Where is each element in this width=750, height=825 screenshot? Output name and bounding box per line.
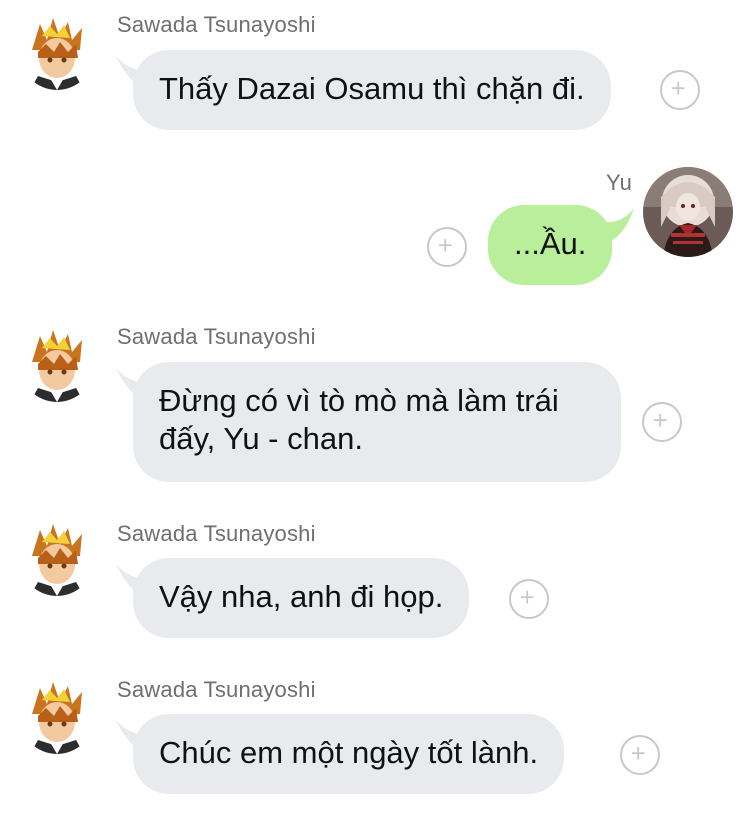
tsuna-avatar-icon xyxy=(20,522,94,596)
plus-circle-icon xyxy=(631,746,645,760)
message-text: Thấy Dazai Osamu thì chặn đi. xyxy=(159,71,585,106)
sender-avatar[interactable] xyxy=(20,328,94,402)
message-text-line-2: đấy, Yu - chan. xyxy=(159,421,363,456)
yu-avatar-icon xyxy=(643,167,733,257)
message-bubble-incoming[interactable]: Đừng có vì tò mò mà làm trái đấy, Yu - c… xyxy=(133,362,621,482)
sender-avatar[interactable] xyxy=(20,522,94,596)
message-text: ...Ầu. xyxy=(514,226,587,261)
add-reaction-button[interactable] xyxy=(660,70,700,110)
message-text: Chúc em một ngày tốt lành. xyxy=(159,735,539,770)
message-text-line-1: Đừng có vì tò mò mà làm trái xyxy=(159,383,559,418)
add-reaction-button[interactable] xyxy=(509,579,549,619)
chat-thread: Sawada Tsunayoshi Thấy Dazai Osamu thì c… xyxy=(0,0,750,825)
sender-name: Sawada Tsunayoshi xyxy=(117,677,316,702)
message-bubble-incoming[interactable]: Thấy Dazai Osamu thì chặn đi. xyxy=(133,50,611,130)
plus-circle-icon xyxy=(520,590,534,604)
message-bubble-incoming[interactable]: Vậy nha, anh đi họp. xyxy=(133,558,470,638)
sender-name: Sawada Tsunayoshi xyxy=(117,324,316,349)
tsuna-avatar-icon xyxy=(20,680,94,754)
plus-circle-icon xyxy=(438,238,452,252)
sender-name: Yu xyxy=(606,170,633,195)
tsuna-avatar-icon xyxy=(20,328,94,402)
sender-avatar[interactable] xyxy=(643,167,733,257)
message-bubble-incoming[interactable]: Chúc em một ngày tốt lành. xyxy=(133,714,565,794)
add-reaction-button[interactable] xyxy=(427,227,467,267)
add-reaction-button[interactable] xyxy=(642,402,682,442)
message-bubble-outgoing[interactable]: ...Ầu. xyxy=(488,205,613,285)
tsuna-avatar-icon xyxy=(20,16,94,90)
sender-avatar[interactable] xyxy=(20,680,94,754)
add-reaction-button[interactable] xyxy=(620,735,660,775)
plus-circle-icon xyxy=(671,81,685,95)
sender-name: Sawada Tsunayoshi xyxy=(117,521,316,546)
sender-avatar[interactable] xyxy=(20,16,94,90)
plus-circle-icon xyxy=(653,413,667,427)
message-text: Vậy nha, anh đi họp. xyxy=(159,579,444,614)
sender-name: Sawada Tsunayoshi xyxy=(117,12,316,37)
